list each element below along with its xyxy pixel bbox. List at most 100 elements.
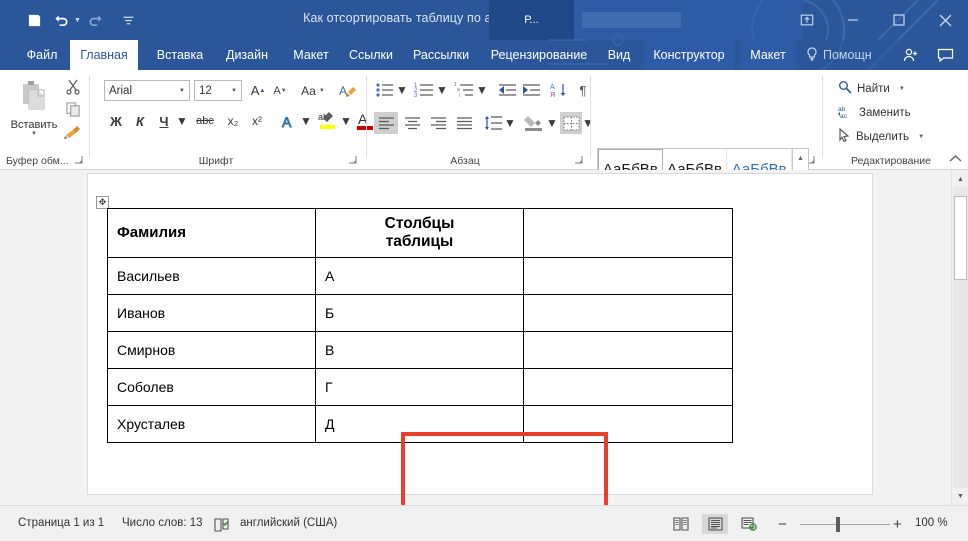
vertical-scrollbar[interactable]: ▲ ▼ — [951, 170, 968, 505]
font-size-dropdown-icon[interactable]: ▼ — [231, 88, 237, 94]
highlight-dropdown-icon[interactable]: ▼ — [340, 110, 352, 132]
underline-dropdown-icon[interactable]: ▼ — [176, 110, 188, 132]
shrink-font-icon[interactable]: A▼ — [270, 80, 290, 101]
collapse-ribbon-icon[interactable] — [949, 154, 962, 166]
table-cell[interactable]: Иванов — [108, 294, 316, 331]
subscript-button[interactable]: x₂ — [222, 110, 244, 132]
font-family-dropdown-icon[interactable]: ▼ — [179, 88, 185, 94]
bullets-icon[interactable] — [374, 80, 396, 100]
page-info[interactable]: Страница 1 из 1 — [18, 517, 104, 529]
tab-3[interactable]: Дизайн — [216, 40, 278, 70]
table-row[interactable]: ИвановБ — [108, 294, 733, 331]
language-status[interactable]: английский (США) — [240, 517, 337, 529]
clear-formatting-icon[interactable]: A — [336, 80, 360, 101]
decrease-indent-icon[interactable] — [496, 80, 518, 100]
table-cell[interactable]: Б — [316, 294, 524, 331]
table-row[interactable]: ВасильевА — [108, 257, 733, 294]
table-cell[interactable]: Г — [316, 368, 524, 405]
table-cell[interactable]: В — [316, 331, 524, 368]
table-cell[interactable]: Д — [316, 405, 524, 442]
paste-button[interactable]: Вставить ▼ — [8, 76, 60, 144]
select-dropdown-icon[interactable]: ▼ — [918, 134, 924, 140]
scrollbar-thumb[interactable] — [954, 196, 967, 280]
zoom-in-button[interactable]: + — [893, 516, 902, 533]
close-icon[interactable] — [922, 0, 968, 40]
font-dialog-launcher[interactable] — [347, 155, 358, 166]
cut-icon[interactable] — [64, 78, 82, 96]
ribbon-display-options-icon[interactable] — [784, 0, 830, 40]
italic-button[interactable]: К — [130, 110, 150, 132]
tab-1[interactable]: Главная — [70, 40, 138, 70]
zoom-slider-track[interactable] — [800, 524, 890, 525]
multilevel-dropdown-icon[interactable]: ▼ — [476, 80, 488, 100]
borders-icon[interactable] — [560, 112, 582, 134]
font-size-combobox[interactable]: 12 ▼ — [194, 80, 242, 101]
justify-icon[interactable] — [452, 112, 476, 134]
line-spacing-icon[interactable] — [482, 112, 504, 134]
bullets-dropdown-icon[interactable]: ▼ — [396, 80, 408, 100]
table-row[interactable]: ХрусталевД — [108, 405, 733, 442]
scroll-up-icon[interactable]: ▲ — [953, 171, 968, 187]
font-family-combobox[interactable]: Arial ▼ — [104, 80, 190, 101]
paragraph-dialog-launcher[interactable] — [573, 155, 584, 166]
zoom-out-button[interactable]: − — [778, 516, 787, 533]
table-row[interactable]: ФамилияСтолбцытаблицы — [108, 209, 733, 258]
styles-scroll-up-icon[interactable]: ▲ — [793, 149, 808, 168]
increase-indent-icon[interactable] — [520, 80, 542, 100]
table-cell[interactable]: Соболев — [108, 368, 316, 405]
scroll-down-icon[interactable]: ▼ — [953, 488, 968, 504]
find-button[interactable]: Найти ▼ — [838, 80, 905, 97]
table-cell[interactable]: Смирнов — [108, 331, 316, 368]
clipboard-dialog-launcher[interactable] — [73, 155, 84, 166]
minimize-icon[interactable] — [830, 0, 876, 40]
tell-me-assistant[interactable]: Помощн — [806, 40, 872, 70]
sort-az-icon[interactable]: АЯ — [548, 80, 570, 100]
share-user-icon[interactable] — [896, 40, 926, 70]
tab-5[interactable]: Ссылки — [342, 40, 400, 70]
paste-dropdown-icon[interactable]: ▼ — [31, 131, 37, 137]
line-spacing-dropdown-icon[interactable]: ▼ — [504, 112, 516, 134]
word-count[interactable]: Число слов: 13 — [122, 517, 203, 529]
document-table[interactable]: ФамилияСтолбцытаблицыВасильевАИвановБСми… — [107, 208, 733, 443]
table-cell[interactable] — [524, 368, 733, 405]
table-row[interactable]: СмирновВ — [108, 331, 733, 368]
table-cell[interactable] — [524, 331, 733, 368]
shading-dropdown-icon[interactable]: ▼ — [546, 112, 558, 134]
table-cell[interactable]: Столбцытаблицы — [316, 209, 524, 258]
numbering-icon[interactable]: 123 — [412, 80, 436, 100]
table-cell[interactable] — [524, 405, 733, 442]
select-button[interactable]: Выделить ▼ — [838, 128, 924, 145]
replace-button[interactable]: abac Заменить — [838, 104, 911, 122]
read-mode-icon[interactable] — [668, 514, 694, 534]
tab-8[interactable]: Вид — [600, 40, 638, 70]
tab-10[interactable]: Макет — [740, 40, 796, 70]
align-right-icon[interactable] — [426, 112, 450, 134]
highlight-color-icon[interactable]: ab — [316, 108, 340, 132]
format-painter-icon[interactable] — [62, 122, 84, 142]
zoom-level[interactable]: 100 % — [915, 517, 948, 529]
align-center-icon[interactable] — [400, 112, 424, 134]
text-effects-dropdown-icon[interactable]: ▼ — [300, 110, 312, 132]
strikethrough-button[interactable]: abc — [192, 110, 218, 132]
tab-7[interactable]: Рецензирование — [484, 40, 594, 70]
text-effects-icon[interactable]: A — [278, 110, 300, 132]
maximize-icon[interactable] — [876, 0, 922, 40]
align-left-icon[interactable] — [374, 112, 398, 134]
comments-icon[interactable] — [930, 40, 960, 70]
superscript-button[interactable]: x² — [246, 110, 268, 132]
find-dropdown-icon[interactable]: ▼ — [899, 86, 905, 92]
tab-0[interactable]: Файл — [18, 40, 66, 70]
underline-button[interactable]: Ч — [154, 110, 174, 132]
print-layout-icon[interactable] — [702, 514, 728, 534]
table-row[interactable]: СоболевГ — [108, 368, 733, 405]
tab-9[interactable]: Конструктор — [644, 40, 734, 70]
table-cell[interactable]: А — [316, 257, 524, 294]
proofing-icon[interactable] — [213, 515, 231, 535]
window-controls[interactable] — [784, 0, 968, 40]
numbering-dropdown-icon[interactable]: ▼ — [436, 80, 448, 100]
tab-6[interactable]: Рассылки — [404, 40, 478, 70]
grow-font-icon[interactable]: A▲ — [248, 80, 268, 101]
table-cell[interactable] — [524, 294, 733, 331]
tab-4[interactable]: Макет — [284, 40, 338, 70]
zoom-slider-thumb[interactable] — [836, 517, 840, 532]
